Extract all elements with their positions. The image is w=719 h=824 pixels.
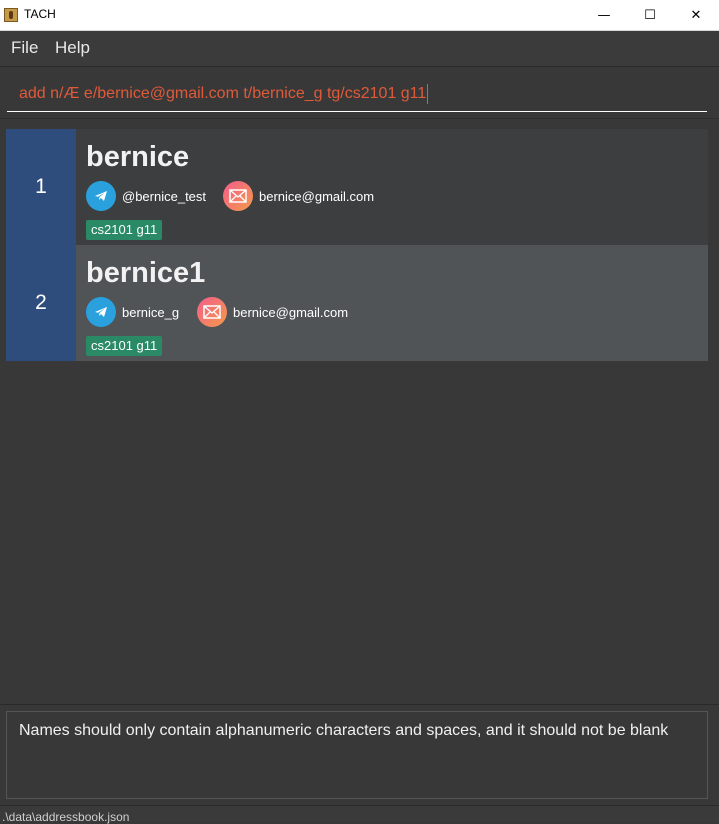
text-caret	[427, 84, 429, 104]
person-list[interactable]: 1 bernice @bernice_test bernice@gmail.co…	[6, 129, 708, 361]
person-name: bernice	[86, 141, 190, 173]
maximize-icon: ☐	[644, 8, 656, 23]
result-display[interactable]: Names should only contain alphanumeric c…	[6, 711, 708, 799]
result-message: Names should only contain alphanumeric c…	[19, 722, 669, 739]
tag-badge: cs2101 g11	[86, 220, 163, 240]
app-icon	[4, 8, 18, 22]
email-contact: bernice@gmail.com	[197, 297, 348, 327]
person-name: bernice1	[86, 257, 206, 289]
minimize-button[interactable]: —	[581, 0, 627, 31]
telegram-icon	[86, 297, 116, 327]
menu-bar: File Help	[0, 31, 719, 67]
email-icon	[197, 297, 227, 327]
minimize-icon: —	[597, 8, 611, 23]
menu-help[interactable]: Help	[55, 38, 90, 58]
command-box: add n/Æ e/bernice@gmail.com t/bernice_g …	[0, 67, 719, 119]
command-text: add n/Æ e/bernice@gmail.com t/bernice_g …	[19, 85, 427, 102]
close-button[interactable]: ✕	[673, 0, 719, 31]
person-card[interactable]: 1 bernice @bernice_test bernice@gmail.co…	[6, 129, 708, 245]
maximize-button[interactable]: ☐	[627, 0, 673, 31]
person-index: 2	[6, 245, 76, 361]
divider	[0, 704, 719, 705]
window-title: TACH	[24, 7, 56, 21]
email-address: bernice@gmail.com	[233, 304, 349, 320]
email-icon	[223, 181, 253, 211]
telegram-handle: @bernice_test	[122, 188, 207, 204]
window-titlebar: TACH — ☐ ✕	[0, 0, 719, 31]
telegram-icon	[86, 181, 116, 211]
menu-file[interactable]: File	[11, 38, 38, 58]
person-index: 1	[6, 129, 76, 245]
telegram-contact: @bernice_test	[86, 181, 206, 211]
command-input[interactable]: add n/Æ e/bernice@gmail.com t/bernice_g …	[7, 77, 707, 112]
email-address: bernice@gmail.com	[259, 188, 375, 204]
status-bar: .\data\addressbook.json	[0, 805, 719, 824]
email-contact: bernice@gmail.com	[223, 181, 374, 211]
telegram-handle: bernice_g	[122, 304, 180, 320]
close-icon: ✕	[690, 8, 702, 23]
tag-badge: cs2101 g11	[86, 336, 163, 356]
telegram-contact: bernice_g	[86, 297, 179, 327]
person-card[interactable]: 2 bernice1 bernice_g bernice@gmail.com c…	[6, 245, 708, 361]
